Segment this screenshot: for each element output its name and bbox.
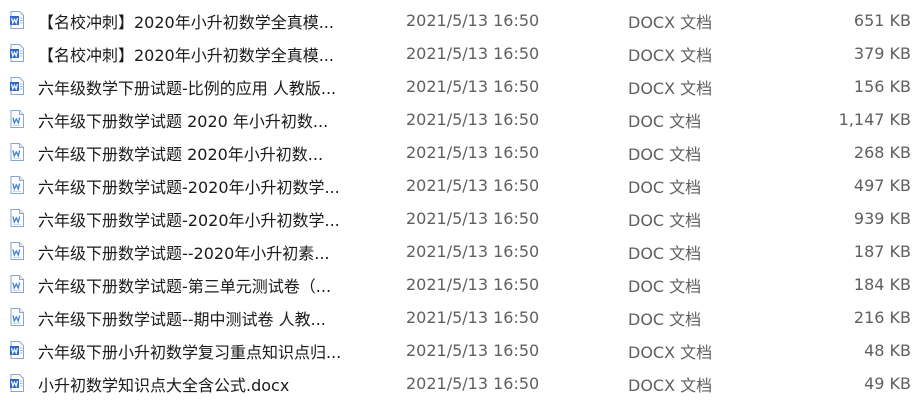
doc-icon bbox=[10, 143, 24, 161]
file-size: 187 KB bbox=[853, 242, 911, 261]
file-name: 六年级下册数学试题--期中测试卷 人教... bbox=[38, 309, 326, 329]
file-modified-date: 2021/5/13 16:50 bbox=[406, 143, 540, 162]
doc-icon bbox=[10, 242, 24, 260]
doc-icon bbox=[10, 275, 24, 293]
file-type: DOCX 文档 bbox=[628, 342, 713, 362]
file-name: 六年级下册小升初数学复习重点知识点归... bbox=[38, 342, 342, 362]
docx-icon bbox=[10, 341, 24, 359]
file-name: 六年级数学下册试题-比例的应用 人教版... bbox=[38, 78, 337, 98]
file-size: 939 KB bbox=[853, 209, 911, 228]
docx-icon bbox=[10, 44, 24, 62]
docx-icon bbox=[10, 374, 24, 392]
file-type: DOCX 文档 bbox=[628, 12, 713, 32]
file-name: 六年级下册数学试题-第三单元测试卷（... bbox=[38, 276, 332, 296]
doc-icon bbox=[10, 110, 24, 128]
file-modified-date: 2021/5/13 16:50 bbox=[406, 275, 540, 294]
docx-icon bbox=[10, 11, 24, 29]
file-modified-date: 2021/5/13 16:50 bbox=[406, 209, 540, 228]
file-row[interactable]: 六年级下册数学试题 2020 年小升初数... 2021/5/13 16:50 … bbox=[0, 103, 923, 136]
file-modified-date: 2021/5/13 16:50 bbox=[406, 308, 540, 327]
file-row[interactable]: 六年级下册数学试题--期中测试卷 人教... 2021/5/13 16:50 D… bbox=[0, 301, 923, 334]
file-type: DOC 文档 bbox=[628, 210, 702, 230]
file-name: 小升初数学知识点大全含公式.docx bbox=[38, 375, 290, 395]
file-row[interactable]: 小升初数学知识点大全含公式.docx 2021/5/13 16:50 DOCX … bbox=[0, 367, 923, 400]
file-name: 六年级下册数学试题-2020年小升初数学... bbox=[38, 210, 340, 230]
file-type: DOC 文档 bbox=[628, 276, 702, 296]
file-row[interactable]: 【名校冲刺】2020年小升初数学全真模... 2021/5/13 16:50 D… bbox=[0, 37, 923, 70]
file-modified-date: 2021/5/13 16:50 bbox=[406, 11, 540, 30]
file-name: 六年级下册数学试题-2020年小升初数学... bbox=[38, 177, 340, 197]
file-modified-date: 2021/5/13 16:50 bbox=[406, 77, 540, 96]
file-size: 379 KB bbox=[853, 44, 911, 63]
file-type: DOCX 文档 bbox=[628, 78, 713, 98]
file-modified-date: 2021/5/13 16:50 bbox=[406, 44, 540, 63]
docx-icon bbox=[10, 77, 24, 95]
file-type: DOC 文档 bbox=[628, 144, 702, 164]
file-row[interactable]: 六年级下册数学试题-2020年小升初数学... 2021/5/13 16:50 … bbox=[0, 202, 923, 235]
file-modified-date: 2021/5/13 16:50 bbox=[406, 242, 540, 261]
file-type: DOC 文档 bbox=[628, 177, 702, 197]
file-name: 六年级下册数学试题 2020 年小升初数... bbox=[38, 111, 329, 131]
file-type: DOC 文档 bbox=[628, 243, 702, 263]
file-row[interactable]: 六年级下册小升初数学复习重点知识点归... 2021/5/13 16:50 DO… bbox=[0, 334, 923, 367]
file-size: 49 KB bbox=[864, 374, 911, 393]
file-type: DOCX 文档 bbox=[628, 45, 713, 65]
file-row[interactable]: 六年级下册数学试题 2020年小升初数... 2021/5/13 16:50 D… bbox=[0, 136, 923, 169]
file-size: 216 KB bbox=[853, 308, 911, 327]
doc-icon bbox=[10, 308, 24, 326]
file-type: DOC 文档 bbox=[628, 111, 702, 131]
file-name: 【名校冲刺】2020年小升初数学全真模... bbox=[38, 45, 334, 65]
file-modified-date: 2021/5/13 16:50 bbox=[406, 341, 540, 360]
file-size: 48 KB bbox=[864, 341, 911, 360]
file-size: 497 KB bbox=[853, 176, 911, 195]
doc-icon bbox=[10, 176, 24, 194]
file-type: DOC 文档 bbox=[628, 309, 702, 329]
file-size: 268 KB bbox=[853, 143, 911, 162]
file-name: 六年级下册数学试题 2020年小升初数... bbox=[38, 144, 324, 164]
file-list: 【名校冲刺】2020年小升初数学全真模... 2021/5/13 16:50 D… bbox=[0, 0, 923, 400]
file-size: 1,147 KB bbox=[838, 110, 911, 129]
file-size: 156 KB bbox=[853, 77, 911, 96]
file-modified-date: 2021/5/13 16:50 bbox=[406, 110, 540, 129]
file-row[interactable]: 六年级下册数学试题-第三单元测试卷（... 2021/5/13 16:50 DO… bbox=[0, 268, 923, 301]
file-type: DOCX 文档 bbox=[628, 375, 713, 395]
file-row[interactable]: 六年级下册数学试题--2020年小升初素... 2021/5/13 16:50 … bbox=[0, 235, 923, 268]
file-row[interactable]: 六年级下册数学试题-2020年小升初数学... 2021/5/13 16:50 … bbox=[0, 169, 923, 202]
file-modified-date: 2021/5/13 16:50 bbox=[406, 176, 540, 195]
file-row[interactable]: 六年级数学下册试题-比例的应用 人教版... 2021/5/13 16:50 D… bbox=[0, 70, 923, 103]
file-size: 651 KB bbox=[853, 11, 911, 30]
file-modified-date: 2021/5/13 16:50 bbox=[406, 374, 540, 393]
file-row[interactable]: 【名校冲刺】2020年小升初数学全真模... 2021/5/13 16:50 D… bbox=[0, 4, 923, 37]
file-name: 六年级下册数学试题--2020年小升初素... bbox=[38, 243, 330, 263]
doc-icon bbox=[10, 209, 24, 227]
file-name: 【名校冲刺】2020年小升初数学全真模... bbox=[38, 12, 334, 32]
file-size: 184 KB bbox=[853, 275, 911, 294]
